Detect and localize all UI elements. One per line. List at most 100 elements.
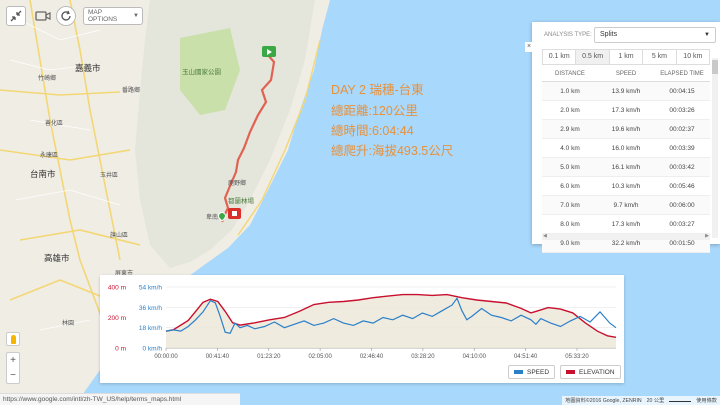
legend-speed[interactable]: SPEED	[508, 365, 556, 379]
x-tick-label: 02:46:40	[360, 354, 384, 360]
table-cell: 00:05:46	[669, 183, 695, 190]
map-attribution: 地圖資料©2016 Google, ZENRIN 20 公里 使用條款	[562, 396, 720, 405]
town-label: 玉井區	[100, 173, 119, 179]
table-cell: 7.0 km	[560, 202, 580, 209]
collapse-icon	[10, 10, 22, 22]
speed-elevation-chart[interactable]: 0 km/h 18 km/h 36 km/h 54 km/h 0 m 200 m 400 m…	[100, 275, 624, 383]
x-tick-label: 05:33:20	[565, 354, 589, 360]
table-row[interactable]: 2.9 km 19.6 km/h 00:02:37	[542, 120, 710, 139]
scale-label: 20 公里	[646, 398, 665, 404]
park-label: 都蘭林場	[228, 198, 254, 205]
splits-table-body: 1.0 km 13.9 km/h 00:04:15 2.0 km 17.3 km/h 00…	[542, 82, 710, 253]
zoom-control: + −	[6, 352, 20, 384]
y-left-tick-label: 400 m	[108, 285, 126, 292]
analysis-panel: × ANALYSIS TYPE: Splits ▼ 0.1 km 0.5 km …	[525, 22, 720, 253]
split-tabs: 0.1 km 0.5 km 1 km 5 km 10 km	[542, 49, 710, 65]
scroll-right-icon[interactable]: ▶	[705, 233, 709, 239]
table-row[interactable]: 2.0 km 17.3 km/h 00:03:26	[542, 101, 710, 120]
video-button[interactable]	[33, 7, 53, 25]
table-cell: 2.9 km	[560, 126, 580, 133]
x-tick-label: 01:23:20	[257, 354, 281, 360]
column-header[interactable]: ELAPSED TIME	[654, 68, 710, 81]
start-marker[interactable]	[262, 46, 276, 57]
column-header[interactable]: SPEED	[598, 68, 654, 81]
table-row[interactable]: 5.0 km 16.1 km/h 00:03:42	[542, 158, 710, 177]
table-cell: 00:06:00	[669, 202, 695, 209]
table-cell: 00:04:15	[669, 88, 695, 95]
horizontal-scrollbar[interactable]: ◀ ▶	[542, 233, 710, 240]
table-cell: 5.0 km	[560, 164, 580, 171]
tab-0-1km[interactable]: 0.1 km	[543, 50, 577, 64]
y-right-tick-label: 36 km/h	[139, 305, 163, 312]
street-view-pegman-icon[interactable]	[6, 332, 20, 346]
table-cell: 19.6 km/h	[611, 126, 641, 133]
zoom-out-button[interactable]: −	[10, 370, 16, 381]
x-tick-label: 03:28:20	[411, 354, 435, 360]
attribution-text: 地圖資料©2016 Google, ZENRIN	[565, 398, 642, 404]
table-row[interactable]: 7.0 km 9.7 km/h 00:06:00	[542, 196, 710, 215]
elevation-area	[166, 294, 616, 348]
table-cell: 2.0 km	[560, 107, 580, 114]
collapse-button[interactable]	[6, 6, 26, 26]
x-tick-label: 00:41:40	[206, 354, 230, 360]
terms-link[interactable]: 使用條款	[696, 397, 717, 404]
table-cell: 00:03:26	[669, 107, 695, 114]
table-cell: 9.7 km/h	[613, 202, 639, 209]
tab-10km[interactable]: 10 km	[677, 50, 709, 64]
trip-title: DAY 2 瑞穗-台東	[331, 83, 424, 97]
table-cell: 00:03:39	[669, 145, 695, 152]
table-row[interactable]: 6.0 km 10.3 km/h 00:05:46	[542, 177, 710, 196]
y-right-tick-label: 0 km/h	[142, 346, 162, 353]
town-label: 旗山區	[110, 233, 129, 239]
y-left-tick-label: 0 m	[115, 346, 126, 353]
table-cell: 00:03:42	[669, 164, 695, 171]
x-tick-label: 00:00:00	[154, 354, 178, 360]
town-label: 善化區	[45, 121, 64, 127]
table-cell: 00:03:27	[669, 221, 695, 228]
town-label: 番路鄉	[122, 88, 141, 94]
status-url: https://www.google.com/intl/zh-TW_US/hel…	[0, 393, 240, 405]
city-label: 高雄市	[44, 253, 70, 263]
analysis-type-label: ANALYSIS TYPE:	[544, 32, 592, 38]
zoom-in-button[interactable]: +	[10, 355, 16, 366]
x-tick-label: 02:05:00	[308, 354, 332, 360]
scrollbar-thumb[interactable]	[712, 60, 718, 74]
refresh-button[interactable]	[56, 6, 76, 26]
table-cell: 00:02:37	[669, 126, 695, 133]
y-left-tick-label: 200 m	[108, 315, 126, 322]
end-marker[interactable]	[228, 208, 241, 219]
x-tick-label: 04:51:40	[514, 354, 538, 360]
town-label: 永康區	[40, 153, 59, 159]
city-label: 台南市	[30, 169, 56, 179]
table-row[interactable]: 1.0 km 13.9 km/h 00:04:15	[542, 82, 710, 101]
scale-bar	[669, 397, 692, 402]
y-right-tick-label: 18 km/h	[139, 325, 163, 332]
table-cell: 17.3 km/h	[611, 107, 641, 114]
y-right-tick-label: 54 km/h	[139, 285, 163, 292]
splits-table-header: DISTANCE SPEED ELAPSED TIME	[542, 68, 710, 82]
speed-swatch	[514, 370, 523, 374]
analysis-type-value: Splits	[600, 31, 618, 38]
table-row[interactable]: 4.0 km 16.0 km/h 00:03:39	[542, 139, 710, 158]
tab-5km[interactable]: 5 km	[643, 50, 677, 64]
refresh-icon	[61, 10, 71, 21]
chevron-down-icon: ▼	[133, 13, 139, 19]
map-options-label: MAP OPTIONS	[88, 9, 118, 23]
table-cell: 6.0 km	[560, 183, 580, 190]
column-header[interactable]: DISTANCE	[542, 68, 598, 81]
park-label: 玉山國家公園	[182, 69, 221, 76]
map-options-dropdown[interactable]: MAP OPTIONS ▼	[83, 7, 143, 25]
legend-elevation[interactable]: ELEVATION	[560, 365, 621, 379]
scroll-left-icon[interactable]: ◀	[543, 233, 547, 239]
legend-elevation-label: ELEVATION	[579, 368, 615, 376]
tab-1km[interactable]: 1 km	[610, 50, 644, 64]
table-cell: 10.3 km/h	[611, 183, 641, 190]
town-label: 鹿野鄉	[228, 181, 247, 187]
analysis-type-select[interactable]: Splits ▼	[594, 27, 716, 43]
close-icon[interactable]: ×	[525, 42, 533, 52]
vertical-scrollbar[interactable]	[712, 58, 718, 238]
table-row[interactable]: 8.0 km 17.3 km/h 00:03:27	[542, 215, 710, 234]
legend-speed-label: SPEED	[527, 368, 550, 376]
play-icon	[267, 49, 272, 55]
tab-0-5km[interactable]: 0.5 km	[576, 50, 610, 64]
